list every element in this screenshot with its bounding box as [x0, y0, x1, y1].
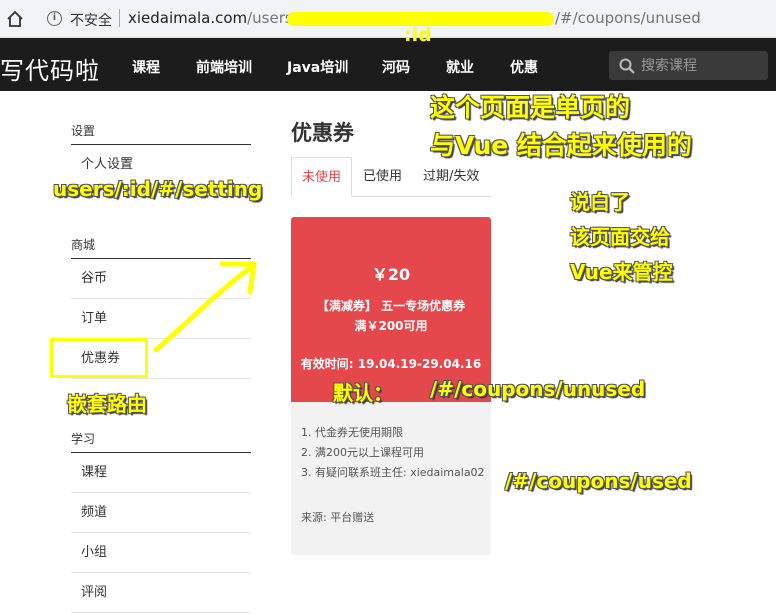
browser-address-bar: i 不安全 xiedaimala.com/users/0 /#/coupons/…	[0, 0, 776, 38]
sidebar-section-title-learning: 学习	[71, 432, 96, 446]
coupon-source: 来源: 平台赠送	[301, 511, 375, 524]
screenshot: i 不安全 xiedaimala.com/users/0 /#/coupons/…	[0, 0, 776, 614]
tab-expired[interactable]: 过期/失效	[423, 157, 479, 197]
url-hash-route: /#/coupons/unused	[555, 9, 701, 27]
arrow-icon	[153, 261, 257, 353]
coupon-tabs: 未使用 已使用 过期/失效	[291, 157, 491, 197]
search-input[interactable]	[641, 55, 761, 76]
url-separator	[119, 9, 120, 27]
sidebar-section-title-settings: 设置	[71, 124, 96, 138]
annotation-vue-1: 说白了	[570, 190, 630, 214]
coupon-name: 【满减券】 五一专场优惠券	[316, 299, 466, 313]
coupon-rule: 3. 有疑问联系班主任: xiedaimala02	[301, 466, 485, 479]
sidebar-item-groups[interactable]: 小组	[71, 533, 251, 573]
annotation-nested-route: 嵌套路由	[67, 392, 147, 416]
nav-item-java[interactable]: Java培训	[287, 57, 348, 77]
search-box[interactable]	[609, 51, 768, 80]
url-domain: xiedaimala.com	[128, 9, 248, 27]
nav-item-hema[interactable]: 河码	[382, 57, 410, 77]
sidebar-section-title-store: 商城	[71, 238, 96, 252]
annotation-used-route: /#/coupons/used	[505, 469, 692, 493]
annotation-setting-route: users/:id/#/setting	[53, 177, 263, 201]
coupon-amount: ￥20	[371, 265, 411, 284]
site-logo[interactable]: 写代码啦	[0, 51, 100, 86]
nav-item-offers[interactable]: 优惠	[510, 57, 538, 77]
search-icon[interactable]	[619, 58, 635, 74]
coupon-valid-period: 有效时间: 19.04.19-29.04.16	[300, 357, 482, 371]
nav-item-frontend[interactable]: 前端培训	[196, 57, 252, 77]
annotation-vue-3: Vue来管控	[570, 260, 673, 284]
annotation-id: :id	[404, 24, 432, 46]
annotation-unused-route: /#/coupons/unused	[430, 377, 646, 401]
page-title: 优惠券	[291, 121, 354, 145]
home-icon[interactable]	[6, 10, 24, 28]
url-field[interactable]: xiedaimala.com/users/0	[128, 9, 307, 27]
coupon-rules: 1. 代金券无使用期限 2. 满200元以上课程可用 3. 有疑问联系班主任: …	[301, 423, 486, 483]
coupon-min-spend: 满￥200可用	[354, 319, 428, 333]
sidebar-item-reviews[interactable]: 评阅	[71, 573, 251, 613]
nav-item-courses[interactable]: 课程	[132, 57, 160, 77]
info-icon[interactable]: i	[47, 11, 62, 26]
tab-unused[interactable]: 未使用	[291, 157, 353, 197]
nav-item-jobs[interactable]: 就业	[446, 57, 474, 77]
sidebar-item-courses[interactable]: 课程	[71, 453, 251, 493]
coupon-rule: 2. 满200元以上课程可用	[301, 446, 424, 459]
coupons-highlight-box	[50, 338, 148, 378]
tab-used[interactable]: 已使用	[363, 157, 402, 197]
coupon-header: ￥20 【满减券】 五一专场优惠券 满￥200可用 有效时间: 19.04.19…	[291, 217, 491, 402]
sidebar-item-channels[interactable]: 频道	[71, 493, 251, 533]
coupon-rule: 1. 代金券无使用期限	[301, 426, 403, 439]
annotation-vue-2: 该页面交给	[570, 225, 670, 249]
annotation-default: 默认：	[333, 381, 393, 405]
insecure-label: 不安全	[70, 13, 112, 29]
annotation-single-page-2: 与Vue 结合起来使用的	[430, 131, 692, 160]
annotation-single-page-1: 这个页面是单页的	[430, 93, 631, 122]
site-header: 写代码啦 课程 前端培训 Java培训 河码 就业 优惠	[0, 38, 776, 91]
